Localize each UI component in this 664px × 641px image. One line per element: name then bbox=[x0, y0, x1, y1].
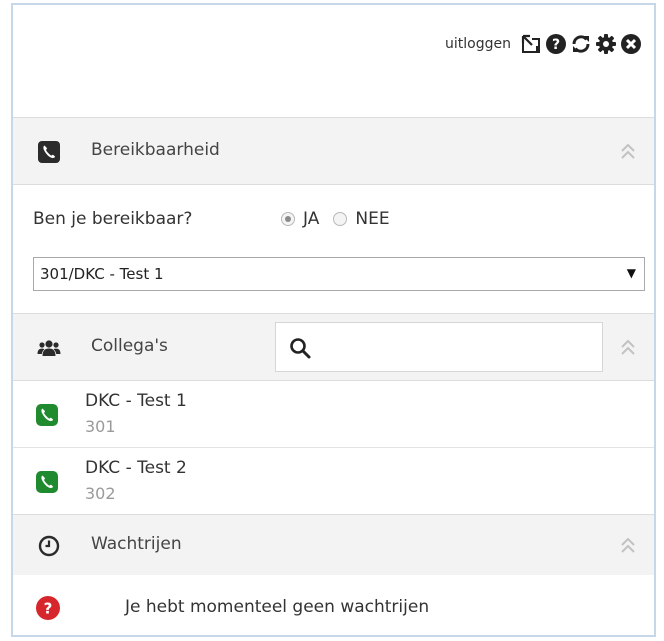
availability-title: Bereikbaarheid bbox=[91, 140, 220, 160]
phone-available-icon[interactable] bbox=[35, 470, 59, 494]
top-toolbar: uitloggen ? bbox=[13, 5, 654, 117]
colleague-search-input[interactable] bbox=[320, 333, 590, 361]
svg-text:?: ? bbox=[44, 600, 53, 618]
app-panel: uitloggen ? Bereikbaarheid Ben je bereik… bbox=[11, 3, 656, 637]
colleague-name: DKC - Test 1 bbox=[85, 391, 187, 411]
toolbar-actions: uitloggen ? bbox=[445, 33, 642, 55]
availability-panel: Ben je bereikbaar? JA NEE 301/DKC - Test… bbox=[13, 185, 654, 313]
colleague-row[interactable]: DKC - Test 2 302 bbox=[13, 448, 654, 515]
colleague-name: DKC - Test 2 bbox=[85, 458, 187, 478]
queues-empty-message: Je hebt momenteel geen wachtrijen bbox=[125, 597, 430, 617]
collapse-chevron-icon[interactable] bbox=[618, 336, 638, 360]
help-icon[interactable]: ? bbox=[545, 33, 567, 55]
users-icon bbox=[37, 336, 61, 360]
close-icon[interactable] bbox=[620, 33, 642, 55]
radio-ja[interactable]: JA bbox=[281, 209, 319, 229]
radio-nee-dot[interactable] bbox=[333, 212, 348, 226]
availability-header[interactable]: Bereikbaarheid bbox=[13, 117, 654, 185]
clock-icon bbox=[37, 534, 61, 558]
radio-ja-dot[interactable] bbox=[281, 212, 295, 226]
extension-select-value: 301/DKC - Test 1 bbox=[40, 265, 164, 283]
availability-question: Ben je bereikbaar? bbox=[33, 209, 193, 229]
search-icon bbox=[288, 336, 312, 360]
queues-header[interactable]: Wachtrijen bbox=[13, 514, 654, 576]
colleague-search[interactable] bbox=[275, 322, 603, 372]
queues-title: Wachtrijen bbox=[91, 534, 182, 554]
svg-text:?: ? bbox=[552, 37, 560, 53]
settings-icon[interactable] bbox=[595, 33, 617, 55]
collapse-chevron-icon[interactable] bbox=[618, 534, 638, 558]
colleague-number: 302 bbox=[85, 484, 116, 503]
colleague-row[interactable]: DKC - Test 1 301 bbox=[13, 381, 654, 448]
radio-nee[interactable]: NEE bbox=[333, 209, 390, 229]
colleagues-header: Collega's bbox=[13, 313, 654, 381]
colleague-number: 301 bbox=[85, 417, 116, 436]
external-window-icon[interactable] bbox=[520, 33, 542, 55]
collapse-chevron-icon[interactable] bbox=[618, 140, 638, 164]
colleagues-title: Collega's bbox=[91, 336, 168, 356]
logout-link[interactable]: uitloggen bbox=[445, 36, 511, 52]
radio-ja-label: JA bbox=[303, 209, 320, 229]
phone-square-icon bbox=[37, 140, 61, 164]
extension-select[interactable]: 301/DKC - Test 1 ▼ bbox=[33, 257, 645, 291]
availability-radio-group: JA NEE bbox=[281, 209, 404, 229]
refresh-icon[interactable] bbox=[570, 33, 592, 55]
radio-nee-label: NEE bbox=[355, 209, 390, 229]
phone-available-icon[interactable] bbox=[35, 403, 59, 427]
dropdown-arrow-icon: ▼ bbox=[626, 266, 636, 280]
queues-panel: ? Je hebt momenteel geen wachtrijen bbox=[13, 575, 654, 635]
question-alert-icon: ? bbox=[35, 595, 61, 621]
